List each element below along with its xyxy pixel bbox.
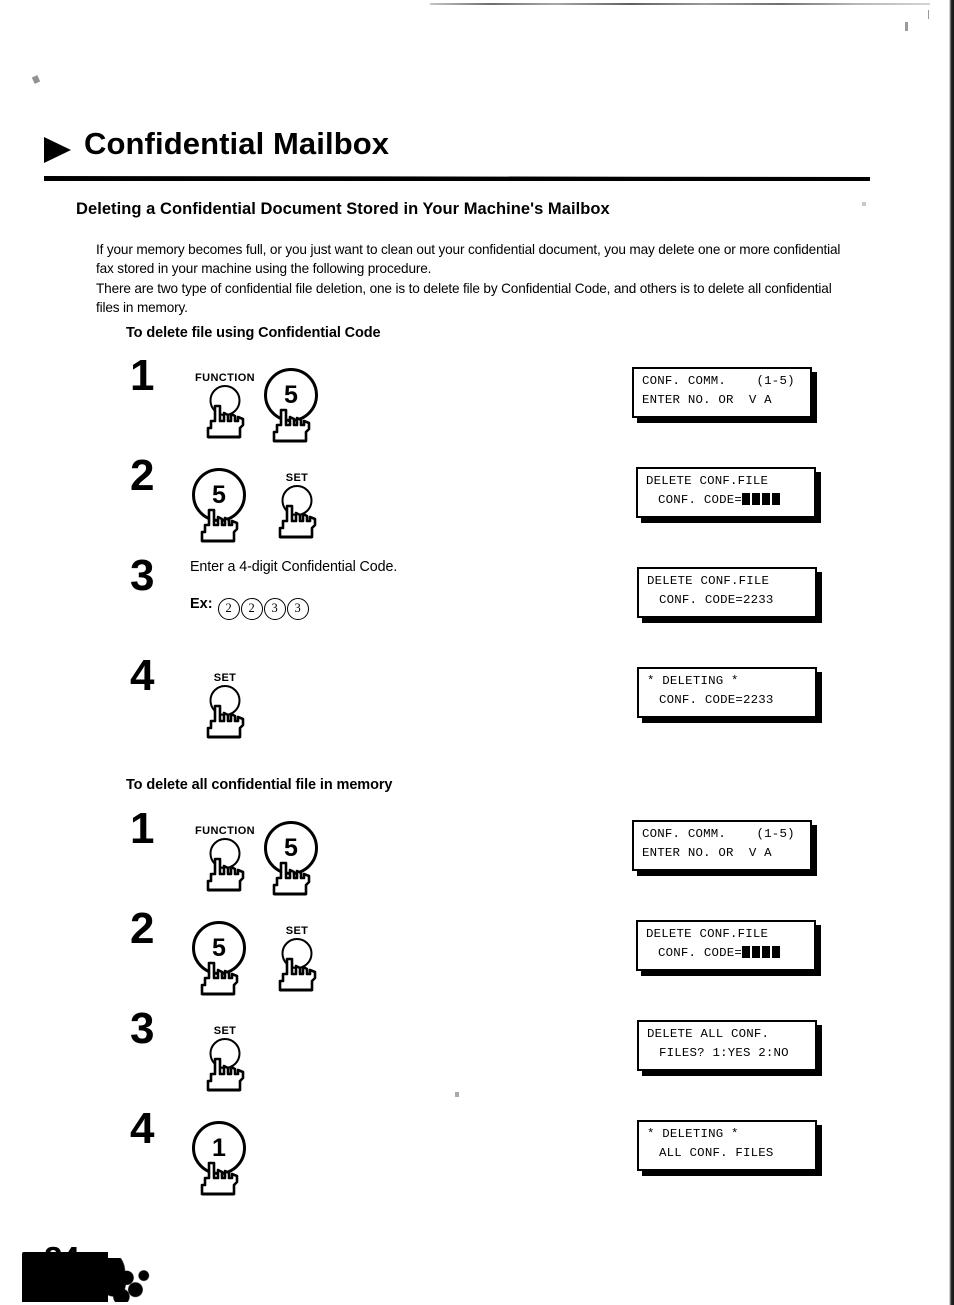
lcd-display: * DELETING * CONF. CODE=2233 xyxy=(637,667,817,718)
step-number: 3 xyxy=(130,1004,155,1053)
pointing-hand-icon xyxy=(202,404,248,440)
step-number: 3 xyxy=(130,551,155,600)
lcd-line-2: CONF. CODE= xyxy=(658,493,782,507)
cursor-block-icon xyxy=(762,493,770,505)
lcd-display: DELETE CONF.FILE CONF. CODE=2233 xyxy=(637,567,817,618)
key-label: FUNCTION xyxy=(194,372,256,384)
key-label: FUNCTION xyxy=(194,825,256,837)
keypad-key-5: 5 xyxy=(190,468,248,544)
example-code: Ex: 2 2 3 3 xyxy=(190,596,309,620)
lcd-line-1: DELETE CONF.FILE xyxy=(646,927,769,941)
cursor-block-icon xyxy=(742,493,750,505)
example-label: Ex: xyxy=(190,596,213,612)
cursor-block-icon xyxy=(762,946,770,958)
example-digit-group: 2233 xyxy=(217,597,309,620)
scan-artifact-mark xyxy=(31,75,41,84)
page-header: Confidential Mailbox xyxy=(44,126,870,174)
pointing-hand-icon xyxy=(268,408,314,444)
scan-artifact-dot xyxy=(905,22,908,31)
scan-edge-right xyxy=(949,0,954,1305)
circled-digit: 2 xyxy=(217,597,240,620)
pointing-hand-icon xyxy=(196,961,242,997)
step-number: 2 xyxy=(130,451,155,500)
pointing-hand-icon xyxy=(268,861,314,897)
panel-key-function: FUNCTION xyxy=(194,825,256,899)
key-label: SET xyxy=(285,472,309,484)
scan-noise-top xyxy=(430,3,930,5)
lcd-line-1: * DELETING * xyxy=(647,674,739,688)
panel-key-set: SET xyxy=(196,672,254,746)
step-instruction: Enter a 4-digit Confidential Code. xyxy=(190,559,398,575)
circled-digit: 2 xyxy=(240,597,263,620)
lcd-display: DELETE ALL CONF. FILES? 1:YES 2:NO xyxy=(637,1020,817,1071)
lcd-line-2: CONF. CODE=2233 xyxy=(659,593,774,607)
pointing-hand-icon xyxy=(274,504,320,540)
keypad-key-5: 5 xyxy=(262,821,320,897)
scan-artifact-tick xyxy=(928,10,929,19)
step-number: 4 xyxy=(130,651,155,700)
lcd-line-2: CONF. CODE=2233 xyxy=(659,693,774,707)
lcd-line-1: DELETE CONF.FILE xyxy=(647,574,770,588)
triangle-bullet-icon xyxy=(44,137,71,163)
cursor-block-icon xyxy=(742,946,750,958)
cursor-block-icon xyxy=(772,946,780,958)
section-heading: Deleting a Confidential Document Stored … xyxy=(76,200,610,218)
cursor-block-icon xyxy=(752,946,760,958)
step-number: 2 xyxy=(130,904,155,953)
lcd-display: * DELETING * ALL CONF. FILES xyxy=(637,1120,817,1171)
keypad-key-1: 1 xyxy=(190,1121,248,1197)
pointing-hand-icon xyxy=(202,857,248,893)
keypad-key-5: 5 xyxy=(262,368,320,444)
lcd-line-2: CONF. CODE= xyxy=(658,946,782,960)
lcd-display: CONF. COMM. (1-5) ENTER NO. OR V A xyxy=(632,820,812,871)
lcd-line-1: * DELETING * xyxy=(647,1127,739,1141)
lcd-line-1: DELETE ALL CONF. xyxy=(647,1027,770,1041)
lcd-display: DELETE CONF.FILE CONF. CODE= xyxy=(636,467,816,518)
circled-digit: 3 xyxy=(263,597,286,620)
panel-key-set: SET xyxy=(196,1025,254,1099)
key-label: SET xyxy=(285,925,309,937)
pointing-hand-icon xyxy=(202,1057,248,1093)
panel-key-set: SET xyxy=(268,925,326,999)
intro-paragraph: If your memory becomes full, or you just… xyxy=(96,242,841,315)
page-title: Confidential Mailbox xyxy=(84,126,390,161)
panel-key-set: SET xyxy=(268,472,326,546)
lcd-display: CONF. COMM. (1-5) ENTER NO. OR V A xyxy=(632,367,812,418)
lcd-line-2: FILES? 1:YES 2:NO xyxy=(659,1046,789,1060)
step-number: 1 xyxy=(130,351,155,400)
panel-key-function: FUNCTION xyxy=(194,372,256,446)
cursor-block-icon xyxy=(772,493,780,505)
lcd-display: DELETE CONF.FILE CONF. CODE= xyxy=(636,920,816,971)
procedure-heading: To delete file using Confidential Code xyxy=(126,325,381,341)
scan-artifact-dot xyxy=(455,1092,459,1097)
lcd-line-1: CONF. COMM. (1-5) xyxy=(642,374,795,388)
pointing-hand-icon xyxy=(196,1161,242,1197)
manual-page: Confidential Mailbox Deleting a Confiden… xyxy=(0,0,954,1305)
keypad-key-5: 5 xyxy=(190,921,248,997)
step-number: 1 xyxy=(130,804,155,853)
pointing-hand-icon xyxy=(202,704,248,740)
lcd-line-1: CONF. COMM. (1-5) xyxy=(642,827,795,841)
key-label: SET xyxy=(213,672,237,684)
lcd-line-2: ENTER NO. OR V A xyxy=(642,393,772,407)
step-number: 4 xyxy=(130,1104,155,1153)
procedure-heading: To delete all confidential file in memor… xyxy=(126,777,393,793)
lcd-line-1: DELETE CONF.FILE xyxy=(646,474,769,488)
cursor-block-icon xyxy=(752,493,760,505)
pointing-hand-icon xyxy=(196,508,242,544)
pointing-hand-icon xyxy=(274,957,320,993)
key-label: SET xyxy=(213,1025,237,1037)
circled-digit: 3 xyxy=(286,597,309,620)
lcd-line-2: ENTER NO. OR V A xyxy=(642,846,772,860)
title-underline xyxy=(44,176,870,181)
lcd-line-2: ALL CONF. FILES xyxy=(659,1146,774,1160)
scan-ink-blot xyxy=(22,1252,150,1302)
